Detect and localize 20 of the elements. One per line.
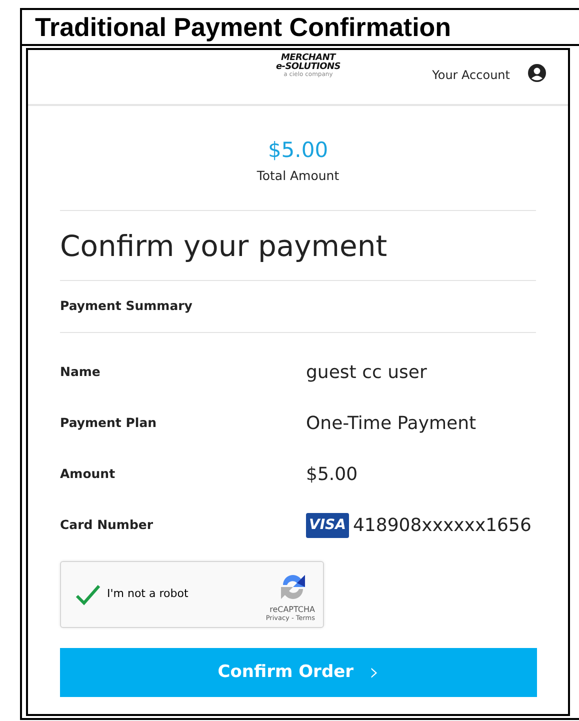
section-heading: Payment Summary: [60, 297, 194, 316]
total-amount: $5.00: [266, 138, 330, 164]
page-title: Confirm your payment: [60, 228, 388, 265]
logo-text: e-SOLUTIONS: [276, 63, 340, 72]
field-value: One-Time Payment: [306, 412, 476, 436]
logo-text: MERCHANT: [280, 54, 336, 63]
card-number: 418908xxxxxx1656: [352, 514, 532, 538]
field-label: Amount: [60, 465, 116, 484]
field-value: $5.00: [306, 463, 358, 488]
field-label: Name: [60, 363, 102, 382]
captcha-brand: reCAPTCHA: [268, 606, 315, 615]
field-value: guest cc user: [306, 361, 427, 386]
field-label: Payment Plan: [60, 414, 158, 432]
document-heading: Traditional Payment Confirmation: [22, 10, 579, 46]
field-label: Card Number: [60, 516, 154, 534]
card-brand-icon: VISA: [306, 513, 349, 538]
chevron-icon: ›: [370, 654, 380, 691]
total-label: Total Amount: [256, 167, 340, 186]
account-link[interactable]: Your Account: [432, 66, 510, 84]
captcha-label: I'm not a robot: [107, 586, 188, 602]
